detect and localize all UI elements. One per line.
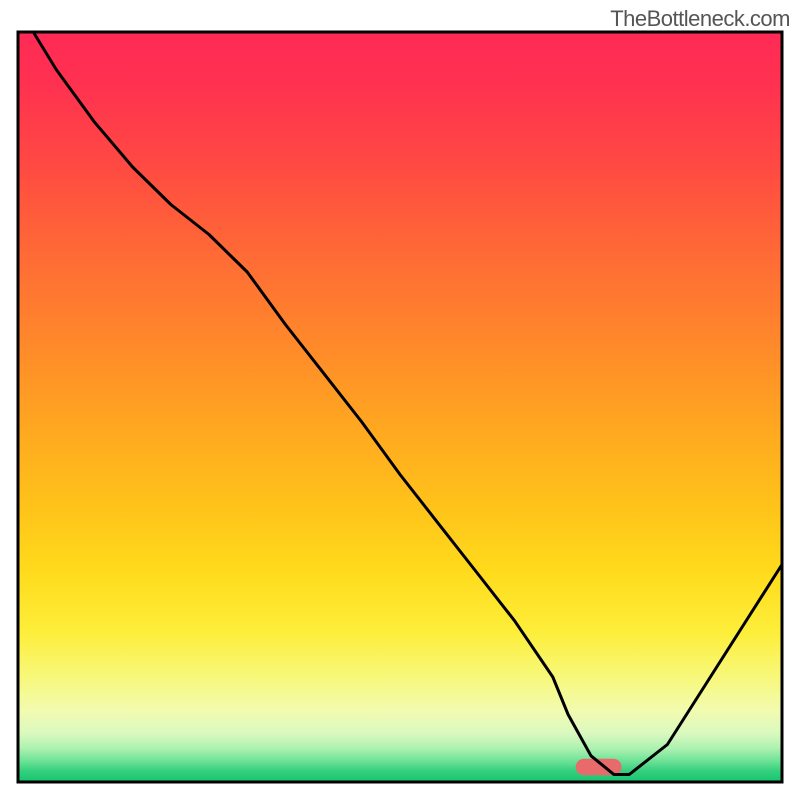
gradient-background bbox=[18, 32, 782, 782]
watermark-text: TheBottleneck.com bbox=[610, 6, 790, 32]
bottleneck-chart: TheBottleneck.com bbox=[0, 0, 800, 800]
chart-svg bbox=[0, 0, 800, 800]
